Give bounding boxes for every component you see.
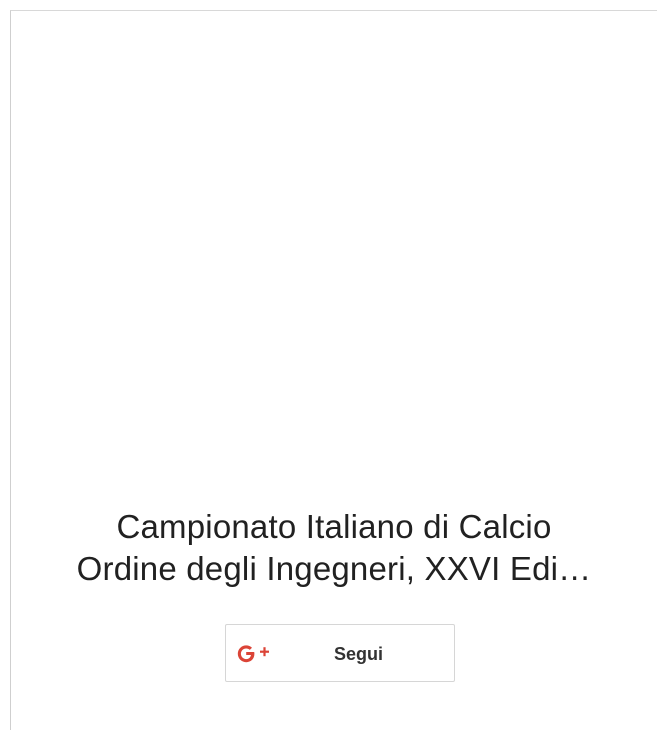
follow-button-label: Segui [334, 644, 384, 664]
cover-image-area [11, 11, 657, 491]
page-title: Campionato Italiano di Calcio Ordine deg… [11, 506, 657, 590]
google-plus-icon [236, 641, 278, 667]
title-line-1: Campionato Italiano di Calcio [116, 508, 552, 545]
title-line-2: Ordine degli Ingegneri, XXVI Edi… [76, 550, 592, 587]
follow-button[interactable]: Segui [225, 624, 455, 682]
